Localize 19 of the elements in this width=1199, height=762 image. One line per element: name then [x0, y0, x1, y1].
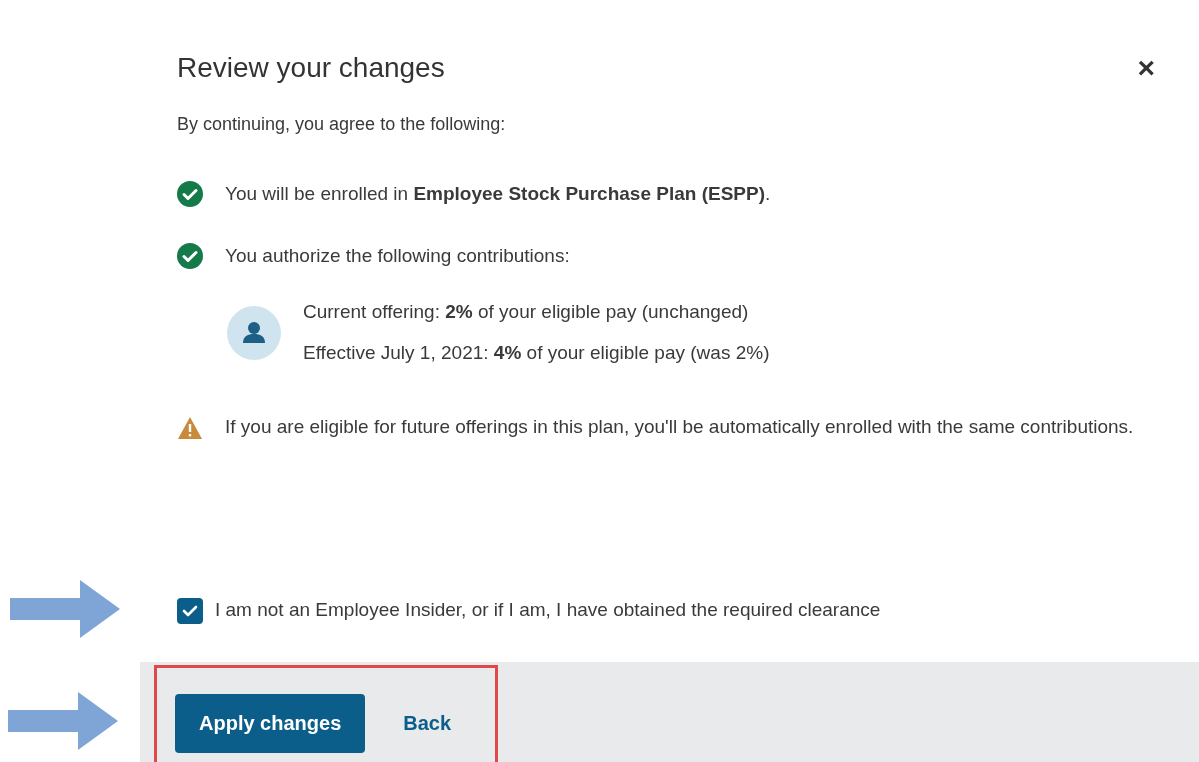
check-icon	[182, 603, 198, 618]
check-circle-icon	[177, 181, 203, 208]
intro-text: By continuing, you agree to the following:	[177, 114, 507, 135]
dialog-title: Review your changes	[177, 52, 445, 84]
checkbox-label: I am not an Employee Insider, or if I am, I have obtained the required clearance	[215, 598, 881, 623]
contribution-text: Effective July 1, 2021: 4% of your eligible pay (was 2%)	[303, 340, 770, 365]
agreement-item-text: You authorize the following contributions:	[225, 243, 570, 268]
back-link[interactable]: Back	[399, 693, 456, 753]
check-circle-icon	[177, 242, 203, 269]
warning-icon	[177, 416, 203, 441]
checkbox[interactable]	[177, 597, 203, 624]
agreement-item-text: You will be enrolled in Employee Stock Purchase Plan (ESPP).	[225, 182, 771, 206]
arrow-icon	[10, 580, 120, 638]
warning-text: If you are eligible for future offerings in this plan, you'll be automatically enrolled with the same contributions.	[225, 415, 1134, 440]
avatar-icon	[227, 305, 281, 360]
close-button[interactable]: ×	[1133, 53, 1159, 83]
apply-button[interactable]: Apply changes	[175, 693, 366, 753]
arrow-icon	[8, 692, 118, 750]
contribution-text: Current offering: 2% of your eligible pay (unchanged)	[303, 300, 750, 325]
